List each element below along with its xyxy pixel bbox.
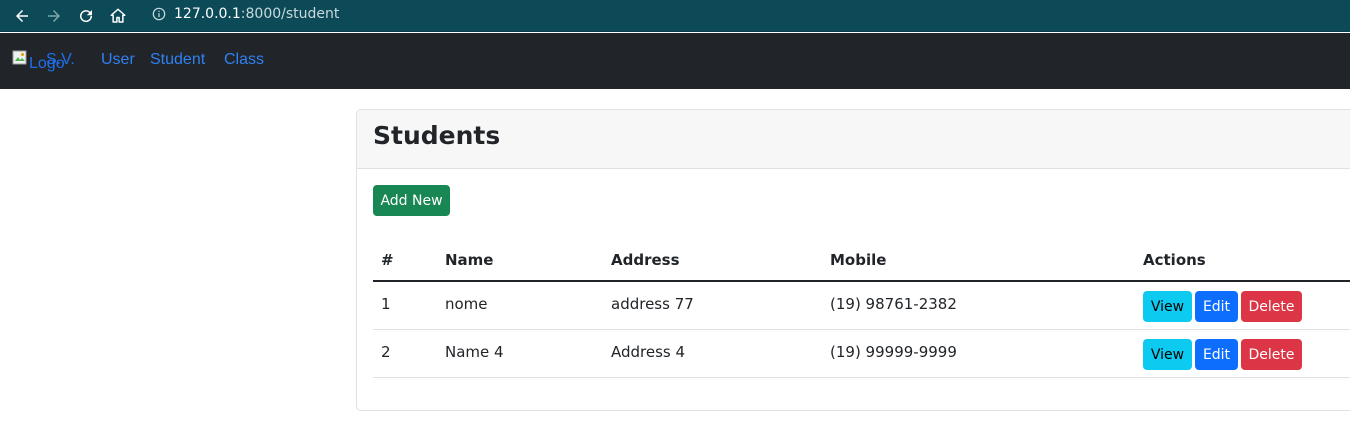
info-icon[interactable] (152, 7, 166, 21)
row-name: Name 4 (445, 343, 504, 361)
row-number: 2 (381, 343, 391, 361)
home-icon[interactable] (106, 4, 130, 28)
column-header-mobile: Mobile (830, 251, 887, 269)
nav-link-student[interactable]: Student (150, 51, 205, 69)
back-arrow-icon[interactable] (10, 4, 34, 28)
table-row: 2 Name 4 Address 4 (19) 99999-9999 View … (373, 330, 1350, 378)
url-field[interactable]: 127.0.0.1:8000/student (140, 2, 1350, 26)
row-number: 1 (381, 295, 391, 313)
view-button[interactable]: View (1143, 339, 1192, 370)
row-actions: View Edit Delete (1143, 339, 1302, 370)
browser-toolbar: 127.0.0.1:8000/student (0, 0, 1350, 32)
nav-link-class[interactable]: Class (224, 51, 264, 69)
url-text: 127.0.0.1:8000/student (174, 6, 339, 22)
brand-logo-alt: Logo (29, 55, 65, 72)
app-navbar: S.V. Logo User Student Class (0, 33, 1350, 89)
row-mobile: (19) 99999-9999 (830, 343, 957, 361)
card-header: Students (357, 110, 1350, 169)
table-header: # Name Address Mobile Actions (373, 237, 1350, 282)
row-address: Address 4 (611, 343, 686, 361)
edit-button[interactable]: Edit (1195, 291, 1238, 322)
brand[interactable]: S.V. Logo (12, 50, 92, 74)
students-table: # Name Address Mobile Actions 1 nome add… (373, 237, 1350, 378)
column-header-actions: Actions (1143, 251, 1206, 269)
delete-button[interactable]: Delete (1241, 339, 1302, 370)
forward-arrow-icon[interactable] (42, 4, 66, 28)
row-mobile: (19) 98761-2382 (830, 295, 957, 313)
row-name: nome (445, 295, 488, 313)
reload-icon[interactable] (74, 4, 98, 28)
broken-image-icon (12, 50, 27, 65)
table-row: 1 nome address 77 (19) 98761-2382 View E… (373, 282, 1350, 330)
edit-button[interactable]: Edit (1195, 339, 1238, 370)
row-actions: View Edit Delete (1143, 291, 1302, 322)
add-new-button[interactable]: Add New (373, 185, 450, 216)
students-card: Students Add New # Name Address Mobile A… (356, 109, 1350, 411)
column-header-number: # (381, 251, 394, 269)
delete-button[interactable]: Delete (1241, 291, 1302, 322)
url-host: 127.0.0.1 (174, 6, 241, 22)
column-header-address: Address (611, 251, 680, 269)
url-path: :8000/student (240, 6, 340, 22)
column-header-name: Name (445, 251, 494, 269)
row-address: address 77 (611, 295, 694, 313)
nav-link-user[interactable]: User (101, 51, 135, 69)
view-button[interactable]: View (1143, 291, 1192, 322)
page-title: Students (373, 121, 501, 150)
